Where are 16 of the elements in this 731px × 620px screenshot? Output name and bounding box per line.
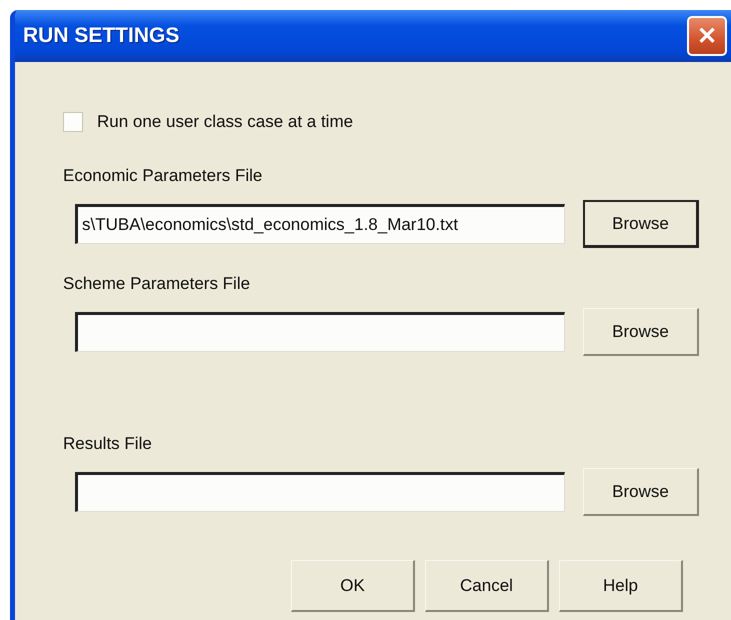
dialog-button[interactable]: OK: [291, 560, 415, 612]
field-label: Results File: [63, 434, 153, 454]
dialog-button[interactable]: Help: [559, 560, 683, 612]
checkbox-label: Run one user class case at a time: [97, 112, 354, 132]
field-label: Scheme Parameters File: [63, 274, 252, 294]
file-path-field[interactable]: [75, 472, 565, 512]
checkbox[interactable]: [63, 112, 83, 132]
window-title: RUN SETTINGS: [23, 24, 180, 48]
field-label: Economic Parameters File: [63, 166, 264, 186]
browse-button[interactable]: Browse: [583, 308, 699, 356]
browse-button[interactable]: Browse: [583, 200, 699, 248]
file-path-field[interactable]: s\TUBA\economics\std_economics_1.8_Mar10.txt: [75, 204, 565, 244]
close-button[interactable]: ✕: [687, 16, 727, 56]
browse-button[interactable]: Browse: [583, 468, 699, 516]
file-path-field[interactable]: [75, 312, 565, 352]
dialog-button[interactable]: Cancel: [425, 560, 549, 612]
